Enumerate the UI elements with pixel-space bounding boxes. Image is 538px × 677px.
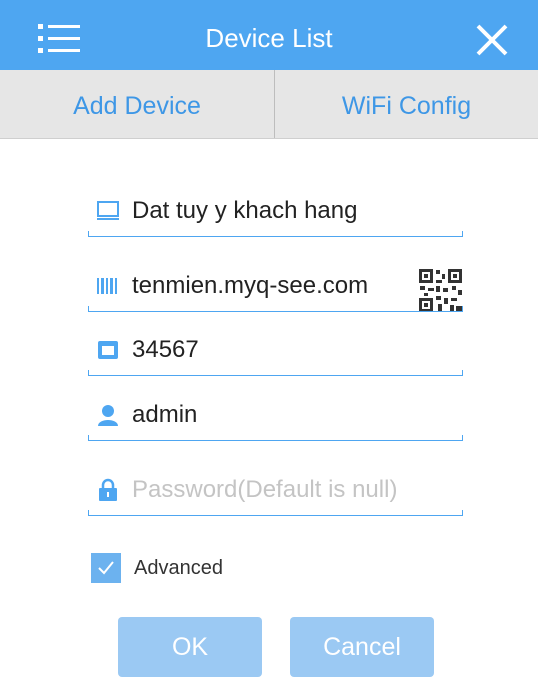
field-tick <box>462 306 463 312</box>
tab-wifi-config[interactable]: WiFi Config <box>275 70 538 138</box>
field-tick <box>462 231 463 237</box>
advanced-label: Advanced <box>134 557 223 579</box>
qr-code-icon[interactable] <box>418 268 463 313</box>
device-name-value: Dat tuy y khach hang <box>132 197 358 224</box>
advanced-checkbox[interactable] <box>91 553 121 583</box>
field-underline <box>88 515 463 516</box>
field-tick <box>88 231 89 237</box>
domain-field[interactable]: tenmien.myq-see.com <box>88 268 463 312</box>
domain-value: tenmien.myq-see.com <box>132 272 369 299</box>
port-field[interactable]: 34567 <box>88 332 463 376</box>
close-icon[interactable] <box>474 22 510 58</box>
device-name-field[interactable]: Dat tuy y khach hang <box>88 193 463 237</box>
field-underline <box>88 236 463 237</box>
page-title: Device List <box>205 23 333 53</box>
barcode-icon <box>97 278 117 294</box>
field-tick <box>88 510 89 516</box>
tab-bar: Add Device WiFi Config <box>0 70 538 139</box>
field-tick <box>88 306 89 312</box>
port-value: 34567 <box>132 336 199 363</box>
field-tick <box>462 370 463 376</box>
port-icon <box>98 341 118 359</box>
ok-button[interactable]: OK <box>118 617 262 677</box>
check-icon <box>98 561 114 575</box>
field-tick <box>462 510 463 516</box>
username-field[interactable]: admin <box>88 397 463 441</box>
cancel-button[interactable]: Cancel <box>290 617 434 677</box>
field-tick <box>88 370 89 376</box>
monitor-icon <box>97 201 119 220</box>
header-bar: Device List <box>0 0 538 70</box>
password-field[interactable]: Password(Default is null) <box>88 472 463 516</box>
lock-icon <box>99 478 117 501</box>
field-underline <box>88 440 463 441</box>
field-underline <box>88 375 463 376</box>
tab-add-device[interactable]: Add Device <box>0 70 274 138</box>
user-icon <box>98 405 118 426</box>
field-underline <box>88 311 463 312</box>
password-placeholder: Password(Default is null) <box>132 476 398 503</box>
field-tick <box>462 435 463 441</box>
username-value: admin <box>132 401 198 428</box>
field-tick <box>88 435 89 441</box>
